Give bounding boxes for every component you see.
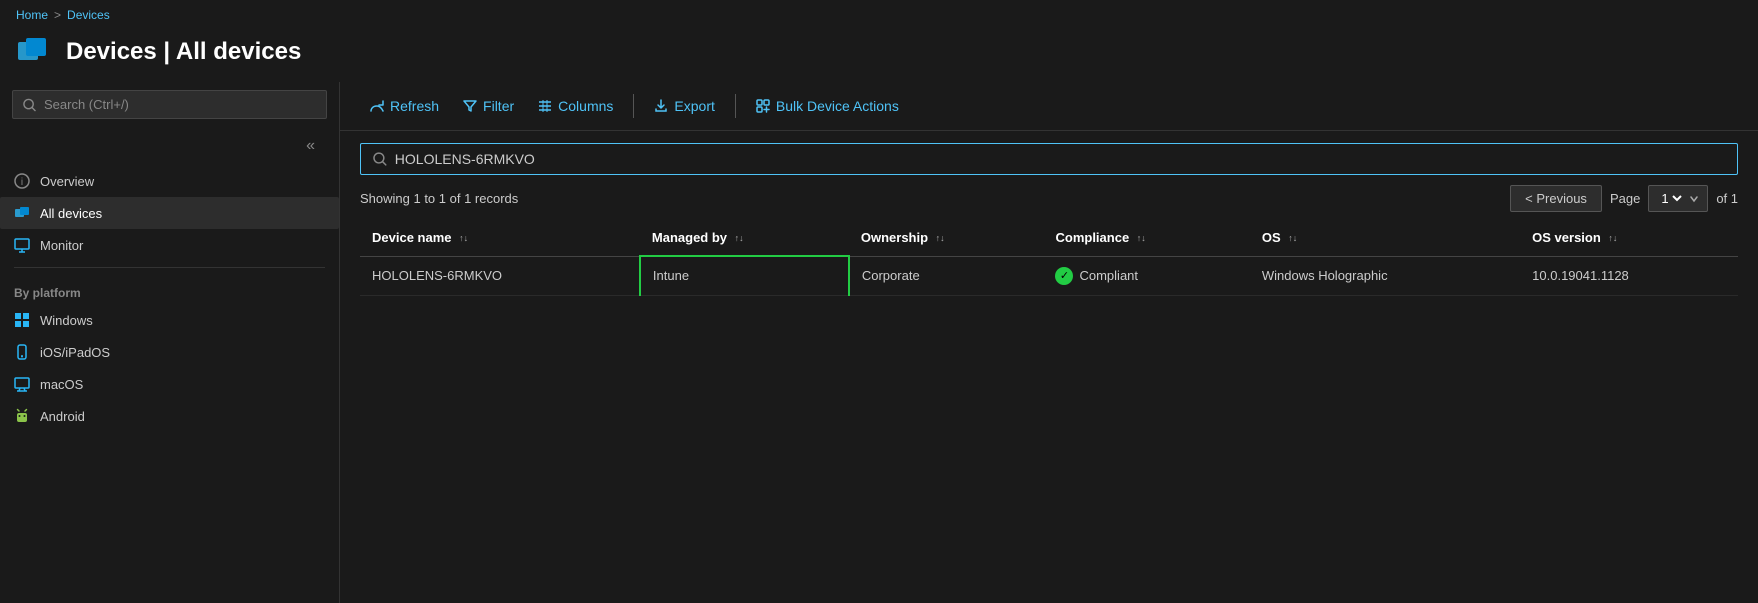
refresh-icon (370, 99, 384, 113)
page-select[interactable]: 1 (1657, 190, 1685, 207)
android-icon (14, 408, 30, 424)
bulk-actions-button[interactable]: Bulk Device Actions (746, 92, 909, 120)
col-compliance[interactable]: Compliance ↑↓ (1043, 220, 1249, 256)
sidebar: « i Overview All devices (0, 82, 340, 603)
monitor-icon (14, 237, 30, 253)
cell-os: Windows Holographic (1250, 256, 1520, 295)
breadcrumb: Home > Devices (0, 0, 1758, 30)
bulk-actions-icon (756, 99, 770, 113)
breadcrumb-current[interactable]: Devices (67, 8, 110, 22)
sort-ownership: ↑↓ (936, 234, 945, 243)
page-title: Devices | All devices (66, 38, 301, 66)
device-search-input[interactable] (395, 151, 1725, 167)
sidebar-item-monitor-label: Monitor (40, 238, 83, 253)
sort-managed-by: ↑↓ (735, 234, 744, 243)
col-ownership[interactable]: Ownership ↑↓ (849, 220, 1044, 256)
toolbar: Refresh Filter Columns (340, 82, 1758, 131)
toolbar-divider-1 (633, 94, 634, 118)
breadcrumb-home[interactable]: Home (16, 8, 48, 22)
macos-icon (14, 376, 30, 392)
filter-button[interactable]: Filter (453, 92, 524, 120)
all-devices-icon (14, 205, 30, 221)
toolbar-divider-2 (735, 94, 736, 118)
sidebar-item-macos-label: macOS (40, 377, 83, 392)
pagination-of-text: of 1 (1716, 191, 1738, 206)
sidebar-item-ios-label: iOS/iPadOS (40, 345, 110, 360)
columns-button[interactable]: Columns (528, 92, 623, 120)
sort-device-name: ↑↓ (459, 234, 468, 243)
cell-device-name[interactable]: HOLOLENS-6RMKVO (360, 256, 640, 295)
cell-compliance: ✓ Compliant (1043, 256, 1249, 295)
table-row: HOLOLENS-6RMKVO Intune Corporate ✓ Compl… (360, 256, 1738, 295)
records-showing-text: Showing 1 to 1 of 1 records (360, 191, 518, 206)
filter-icon (463, 99, 477, 113)
sidebar-item-macos[interactable]: macOS (0, 368, 339, 400)
sidebar-item-all-devices-label: All devices (40, 206, 102, 221)
refresh-button[interactable]: Refresh (360, 92, 449, 120)
export-icon (654, 99, 668, 113)
sidebar-item-monitor[interactable]: Monitor (0, 229, 339, 261)
content-search-icon (373, 152, 387, 166)
sidebar-item-android[interactable]: Android (0, 400, 339, 432)
columns-icon (538, 99, 552, 113)
compliance-label: Compliant (1079, 268, 1138, 283)
records-info: Showing 1 to 1 of 1 records < Previous P… (340, 181, 1758, 220)
ios-icon (14, 344, 30, 360)
sidebar-item-android-label: Android (40, 409, 85, 424)
windows-icon (14, 312, 30, 328)
breadcrumb-separator: > (54, 8, 61, 22)
pagination: < Previous Page 1 of 1 (1510, 185, 1738, 212)
svg-text:i: i (21, 177, 23, 188)
sidebar-item-ios[interactable]: iOS/iPadOS (0, 336, 339, 368)
pagination-page-label: Page (1610, 191, 1640, 206)
col-device-name[interactable]: Device name ↑↓ (360, 220, 640, 256)
sort-os-version: ↑↓ (1608, 234, 1617, 243)
search-icon (23, 98, 36, 112)
compliant-checkmark-icon: ✓ (1055, 267, 1073, 285)
sidebar-search-box[interactable] (12, 90, 327, 119)
sidebar-item-all-devices[interactable]: All devices (0, 197, 339, 229)
page-header: Devices | All devices (0, 30, 1758, 82)
devices-header-icon (16, 34, 52, 70)
info-icon: i (14, 173, 30, 189)
cell-os-version: 10.0.19041.1128 (1520, 256, 1738, 295)
sidebar-item-overview[interactable]: i Overview (0, 165, 339, 197)
device-search-box[interactable] (360, 143, 1738, 175)
sort-os: ↑↓ (1288, 234, 1297, 243)
previous-button[interactable]: < Previous (1510, 185, 1602, 212)
sidebar-search-input[interactable] (44, 97, 316, 112)
chevron-down-icon (1689, 194, 1699, 204)
sort-compliance: ↑↓ (1137, 234, 1146, 243)
sidebar-item-windows[interactable]: Windows (0, 304, 339, 336)
sidebar-item-windows-label: Windows (40, 313, 93, 328)
col-os[interactable]: OS ↑↓ (1250, 220, 1520, 256)
col-os-version[interactable]: OS version ↑↓ (1520, 220, 1738, 256)
cell-managed-by[interactable]: Intune (640, 256, 849, 295)
cell-ownership: Corporate (849, 256, 1044, 295)
devices-table: Device name ↑↓ Managed by ↑↓ Ownership ↑… (360, 220, 1738, 296)
export-button[interactable]: Export (644, 92, 724, 120)
col-managed-by[interactable]: Managed by ↑↓ (640, 220, 849, 256)
sidebar-divider (14, 267, 325, 268)
page-select-wrapper[interactable]: 1 (1648, 185, 1708, 212)
main-content: Refresh Filter Columns (340, 82, 1758, 603)
by-platform-label: By platform (0, 274, 339, 304)
sidebar-collapse-button[interactable]: « (302, 133, 319, 159)
sidebar-item-overview-label: Overview (40, 174, 94, 189)
